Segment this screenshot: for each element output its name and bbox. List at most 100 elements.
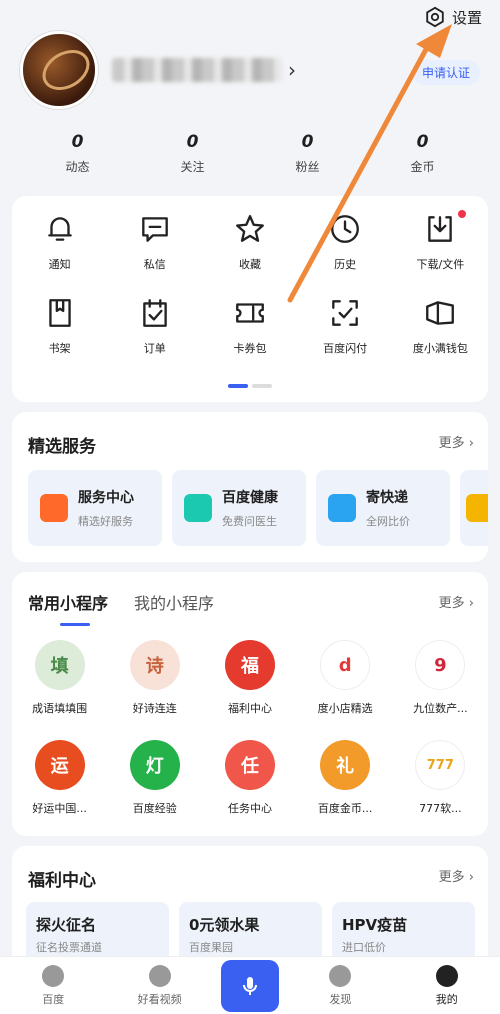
stat-coins[interactable]: 0 金币 [383,132,463,175]
mini-app-icon: 灯 [129,740,180,790]
welfare-title: 探火征名 [36,916,97,934]
mini-app-item[interactable]: 777 777软... [393,740,488,840]
stat-following[interactable]: 0 关注 [153,132,233,175]
next-service-tile[interactable] [460,470,488,546]
stat-value: 0 [186,132,199,152]
featured-services-card: 精选服务 更多 › 服务中心 精选好服务 百度健康 免费问医生 寄快递 全网比价 [12,412,488,562]
page-indicator [228,384,272,388]
service-title: 百度健康 [222,490,278,506]
stat-value: 0 [71,132,84,152]
grid-item-quickpay[interactable]: 百度闪付 [298,296,393,380]
nav-label: 我的 [435,992,458,1006]
mini-app-label: 777软... [419,802,462,815]
voice-search-button[interactable] [220,959,279,1012]
service-subtitle: 精选好服务 [78,515,133,528]
stat-label: 关注 [180,160,205,174]
grid-item-orders[interactable]: 订单 [107,296,202,380]
order-icon [142,299,167,327]
profile-page: 设置 › 申请认证 0 动态 0 关注 0 粉丝 0 金币 通知 私信 收藏 历… [0,0,500,1014]
service-center-tile[interactable]: 服务中心 精选好服务 [28,470,162,546]
service-subtitle: 免费问医生 [222,515,277,528]
mini-app-icon: 礼 [320,740,371,790]
express-tile[interactable]: 寄快递 全网比价 [316,470,450,546]
wallet-icon [426,301,455,325]
settings-button[interactable]: 设置 [424,6,482,28]
mini-app-icon: 填 [34,640,85,690]
compass-icon [329,964,352,987]
grid-item-favorites[interactable]: 收藏 [202,212,297,296]
settings-label: 设置 [451,8,482,27]
microphone-icon [242,976,257,995]
mini-app-item[interactable]: 诗好诗连连 [107,640,202,740]
mini-app-item[interactable]: 填成语填填围 [12,640,107,740]
mini-app-label: 百度金币... [317,802,373,815]
mini-app-item[interactable]: 灯百度经验 [107,740,202,840]
mini-app-item[interactable]: 福福利中心 [202,640,297,740]
stat-label: 粉丝 [295,160,320,174]
grid-item-bookshelf[interactable]: 书架 [12,296,107,380]
service-title: 服务中心 [78,490,134,506]
grid-item-messages[interactable]: 私信 [107,212,202,296]
express-icon [328,494,356,522]
more-label: 更多 [438,870,465,885]
verify-button[interactable]: 申请认证 [411,60,480,85]
stats-row: 0 动态 0 关注 0 粉丝 0 金币 [0,132,500,175]
avatar[interactable] [20,31,98,109]
mini-app-item[interactable]: 任任务中心 [202,740,297,840]
profile-header: › 申请认证 [20,30,480,110]
grid-item-downloads[interactable]: 下载/文件 [393,210,488,296]
grid-item-history[interactable]: 历史 [298,212,393,296]
page-dot-active [228,384,248,388]
download-icon [428,216,453,242]
mini-app-label: 度小店精选 [317,702,373,715]
mini-app-item[interactable]: 9 九位数产... [393,640,488,740]
nav-videos[interactable]: 好看视频 [115,964,205,1007]
grid-label: 下载/文件 [416,258,465,271]
mini-app-item[interactable]: 运好运中国... [12,740,107,840]
mini-app-item[interactable]: 礼百度金币... [298,740,393,840]
mini-app-label: 好诗连连 [132,702,177,715]
grid-label: 书架 [48,342,71,355]
nav-label: 发现 [329,992,352,1006]
stat-posts[interactable]: 0 动态 [38,132,118,175]
mini-app-icon: 诗 [129,640,180,690]
play-icon [148,964,171,987]
service-center-icon [40,494,68,522]
grid-label: 收藏 [238,258,261,271]
mini-app-icon: 777 [415,740,466,790]
grid-item-wallet[interactable]: 度小满钱包 [393,296,488,380]
ticket-icon [236,303,264,323]
nav-mine[interactable]: 我的 [402,964,492,1007]
mini-app-icon: 运 [34,740,85,790]
more-link[interactable]: 更多 › [439,432,474,451]
more-label: 更多 [438,436,465,451]
welfare-title: 0元领水果 [189,916,260,934]
chevron-right-icon[interactable]: › [288,58,296,82]
user-icon [435,964,458,987]
nav-label: 百度 [42,992,65,1006]
grid-item-coupons[interactable]: 卡券包 [202,296,297,380]
mini-app-icon: 福 [224,640,275,690]
stat-label: 金币 [410,160,435,174]
baidu-health-tile[interactable]: 百度健康 免费问医生 [172,470,306,546]
stat-label: 动态 [65,160,90,174]
tab-common-mini[interactable]: 常用小程序 [28,590,108,626]
nav-label: 好看视频 [137,992,182,1006]
mini-app-item[interactable]: d 度小店精选 [298,640,393,740]
more-label: 更多 [438,596,465,611]
more-link[interactable]: 更多 › [439,592,474,611]
grid-item-notifications[interactable]: 通知 [12,212,107,296]
nav-discover[interactable]: 发现 [295,964,385,1007]
scan-pay-icon [332,300,359,326]
nav-baidu[interactable]: 百度 [8,964,98,1007]
notification-dot [457,210,466,218]
username-blurred[interactable] [112,58,282,82]
grid-label: 订单 [143,342,166,355]
service-title: 寄快递 [366,490,408,506]
tab-my-mini[interactable]: 我的小程序 [134,590,214,614]
service-subtitle: 全网比价 [366,515,410,528]
stat-followers[interactable]: 0 粉丝 [268,132,348,175]
more-link[interactable]: 更多 › [439,866,474,885]
function-grid-card: 通知 私信 收藏 历史 下载/文件 书架 订单 卡券包 百度闪付 度小满钱包 [12,196,488,402]
health-icon [184,494,212,522]
